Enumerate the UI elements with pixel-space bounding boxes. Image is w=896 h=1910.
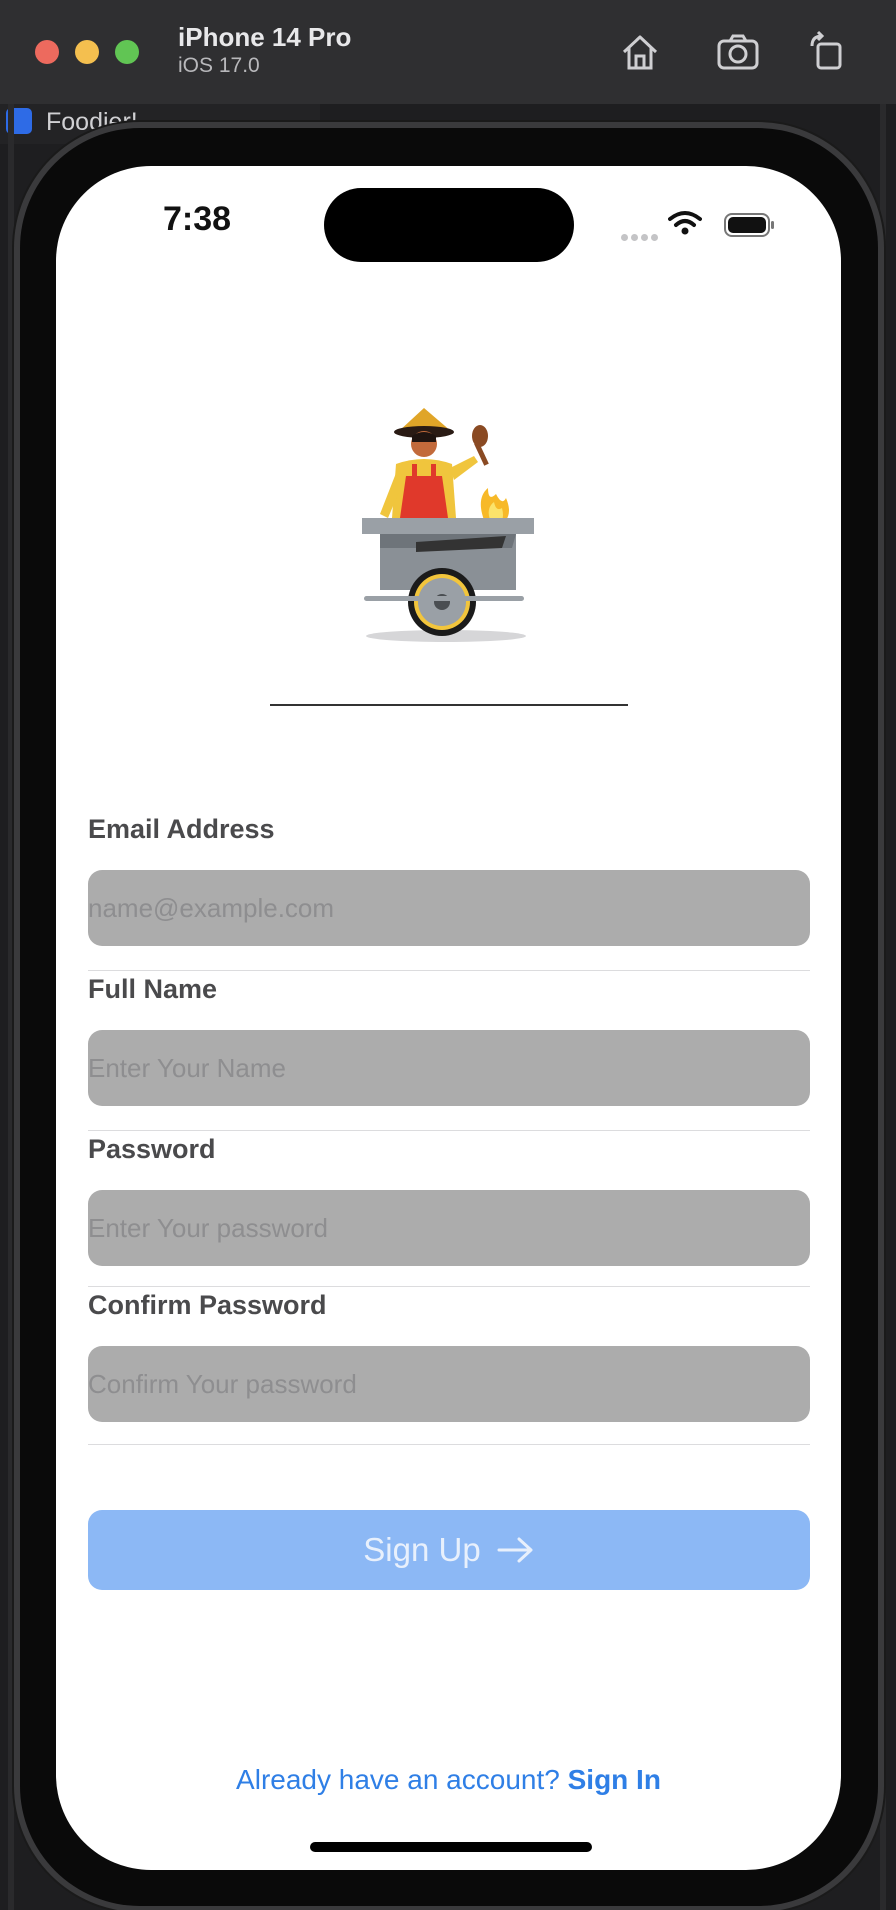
email-separator <box>88 970 810 971</box>
dynamic-island <box>324 188 574 262</box>
email-label: Email Address <box>88 814 275 844</box>
email-field[interactable] <box>88 870 810 946</box>
minimize-window-button[interactable] <box>75 40 99 64</box>
sign-in-prompt: Already have an account? Sign In <box>56 1764 841 1796</box>
home-icon <box>622 35 658 70</box>
sign-in-prompt-text: Already have an account? <box>236 1764 560 1795</box>
app-screen: 7:38 Email Address name@example.com Full… <box>56 166 841 1870</box>
wifi-icon <box>668 211 702 235</box>
home-button[interactable] <box>616 28 664 76</box>
home-indicator[interactable] <box>310 1842 592 1852</box>
cellular-signal-icon <box>621 228 661 246</box>
full-name-field[interactable] <box>88 1030 810 1106</box>
status-time: 7:38 <box>163 200 232 238</box>
full-name-separator <box>88 1130 810 1131</box>
full-name-label: Full Name <box>88 974 218 1004</box>
logo-divider <box>270 704 628 706</box>
screenshot-button[interactable] <box>714 28 762 76</box>
password-field[interactable] <box>88 1190 810 1266</box>
sign-in-link[interactable]: Sign In <box>568 1764 661 1795</box>
password-separator <box>88 1286 810 1287</box>
confirm-password-label: Confirm Password <box>88 1290 327 1320</box>
confirm-password-separator <box>88 1444 810 1445</box>
zoom-window-button[interactable] <box>115 40 139 64</box>
os-version: iOS 17.0 <box>178 54 260 77</box>
xcode-gutter <box>8 104 14 1910</box>
food-vendor-illustration <box>362 408 534 642</box>
sign-up-button[interactable]: Sign Up <box>88 1510 810 1590</box>
xcode-right-gutter <box>880 104 886 1910</box>
sign-up-label: Sign Up <box>363 1531 481 1568</box>
simulator-titlebar: iPhone 14 Pro iOS 17.0 <box>0 0 896 105</box>
rotate-button[interactable] <box>804 28 852 76</box>
device-name: iPhone 14 Pro <box>178 22 352 52</box>
confirm-password-field[interactable] <box>88 1346 810 1422</box>
arrow-right-icon <box>497 1537 533 1563</box>
close-window-button[interactable] <box>35 40 59 64</box>
rotate-icon <box>810 30 842 70</box>
password-label: Password <box>88 1134 216 1164</box>
camera-icon <box>717 34 759 70</box>
battery-icon <box>724 213 774 237</box>
